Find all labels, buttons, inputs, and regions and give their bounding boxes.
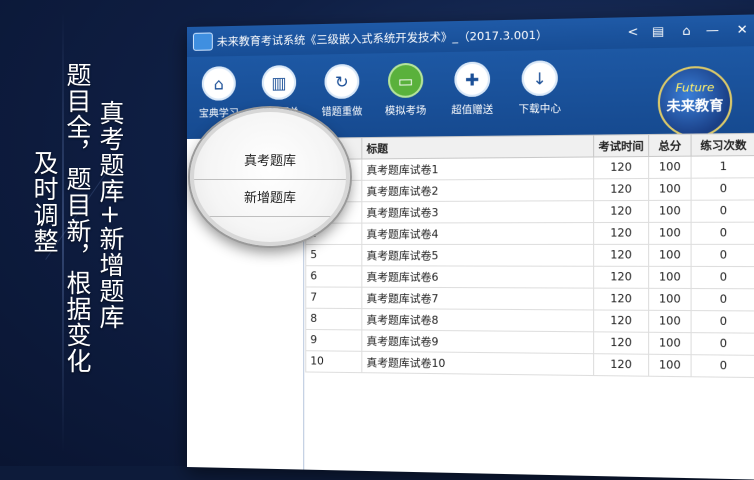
table-row[interactable]: 5 真考题库试卷5 120 100 0 [305,244,754,267]
table-row[interactable]: 10 真考题库试卷10 120 100 0 [305,350,754,378]
menu-item-zhenkao[interactable]: 真考题库 [194,145,346,180]
toolbar-cuoti[interactable]: ↻ 错题重做 [311,63,372,119]
toolbar-zengsong[interactable]: ✚ 超值赠送 [441,61,504,117]
slogan-column-2: 题目全，题目新，根据变化 [63,62,92,374]
header-score[interactable]: 总分 [648,134,692,157]
book-icon: ▥ [261,65,297,100]
exam-table-area: 标题 考试时间 总分 练习次数 1真考题库试卷11201001 2真考题库试卷2… [305,133,754,480]
header-title[interactable]: 标题 [361,135,594,159]
table-row[interactable]: 4真考题库试卷41201000 [305,222,754,245]
menu-item-xinzeng[interactable]: 新增题库 [194,182,346,217]
app-window: 未来教育考试系统《三级嵌入式系统开发技术》_（2017.3.001） < ▤ ⌂… [187,14,754,480]
magnifier-callout: 真考题库 新增题库 [190,108,350,246]
close-button[interactable]: ✕ [737,22,748,37]
minimize-button[interactable]: — [706,23,719,38]
monitor-icon: ▭ [388,62,424,99]
toolbar-xiazai[interactable]: ↓ 下载中心 [508,60,572,116]
exam-table: 标题 考试时间 总分 练习次数 1真考题库试卷11201001 2真考题库试卷2… [305,133,754,378]
home-icon: ⌂ [201,66,236,101]
brand-logo: Future 未来教育 [657,65,733,139]
table-row[interactable]: 2真考题库试卷21201000 [305,177,754,202]
home-icon[interactable]: ⌂ [682,23,690,38]
slogan-column-1: 真考题库+新增题库 [96,100,125,330]
app-logo-icon [192,32,213,51]
refresh-icon: ↻ [324,63,360,99]
gift-icon: ✚ [454,61,491,98]
table-row[interactable]: 3真考题库试卷31201000 [305,199,754,224]
download-icon: ↓ [521,60,558,97]
window-title: 未来教育考试系统《三级嵌入式系统开发技术》_（2017.3.001） [216,28,548,49]
slogan-column-3: 及时调整 [30,150,59,254]
table-row[interactable]: 6 真考题库试卷6 120 100 0 [305,265,754,289]
header-time[interactable]: 考试时间 [593,134,649,157]
table-row[interactable]: 7 真考题库试卷7 120 100 0 [305,286,754,311]
header-count[interactable]: 练习次数 [691,133,754,157]
share-icon[interactable]: < [627,24,638,39]
message-icon[interactable]: ▤ [652,24,664,39]
toolbar-moni[interactable]: ▭ 模拟考场 [375,62,437,117]
table-row[interactable]: 1真考题库试卷11201001 [305,155,754,181]
